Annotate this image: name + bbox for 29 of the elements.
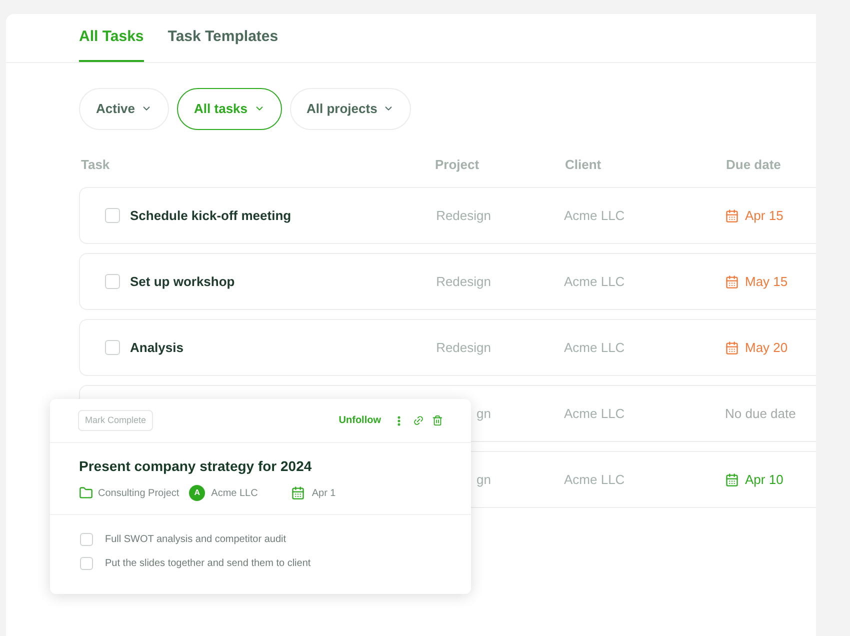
task-title: Present company strategy for 2024	[79, 457, 313, 476]
project-name: Redesign	[436, 272, 491, 291]
project-name: Redesign	[436, 206, 491, 225]
due-date: May 15	[745, 272, 788, 291]
due-date: May 20	[745, 338, 788, 357]
column-header: Due date	[726, 156, 782, 174]
column-header: Project	[435, 156, 480, 174]
column-header: Client	[565, 156, 602, 174]
project-name: gn	[476, 404, 491, 423]
task-name: Analysis	[130, 338, 184, 357]
client-name: Acme LLC	[564, 404, 626, 423]
subtask-label: Put the slides together and send them to client	[105, 557, 311, 571]
project-name: Consulting Project	[98, 486, 180, 500]
client-name: Acme LLC	[564, 206, 626, 225]
client-name: Acme LLC	[564, 338, 626, 357]
due-date: Apr 10	[745, 470, 784, 489]
client-avatar: A	[189, 485, 206, 501]
task-name: Schedule kick-off meeting	[130, 206, 292, 225]
due-date: Apr 15	[745, 206, 784, 225]
client-name: Acme LLC	[564, 272, 626, 291]
column-header: Task	[81, 156, 111, 174]
project-name: gn	[476, 470, 491, 489]
project-name: Redesign	[436, 338, 491, 357]
subtask-label: Full SWOT analysis and competitor audit	[105, 533, 286, 547]
due-date: Apr 1	[312, 486, 336, 500]
due-date: No due date	[725, 404, 796, 423]
client-name: Acme LLC	[211, 486, 258, 500]
client-name: Acme LLC	[564, 470, 626, 489]
task-name: Set up workshop	[130, 272, 235, 291]
